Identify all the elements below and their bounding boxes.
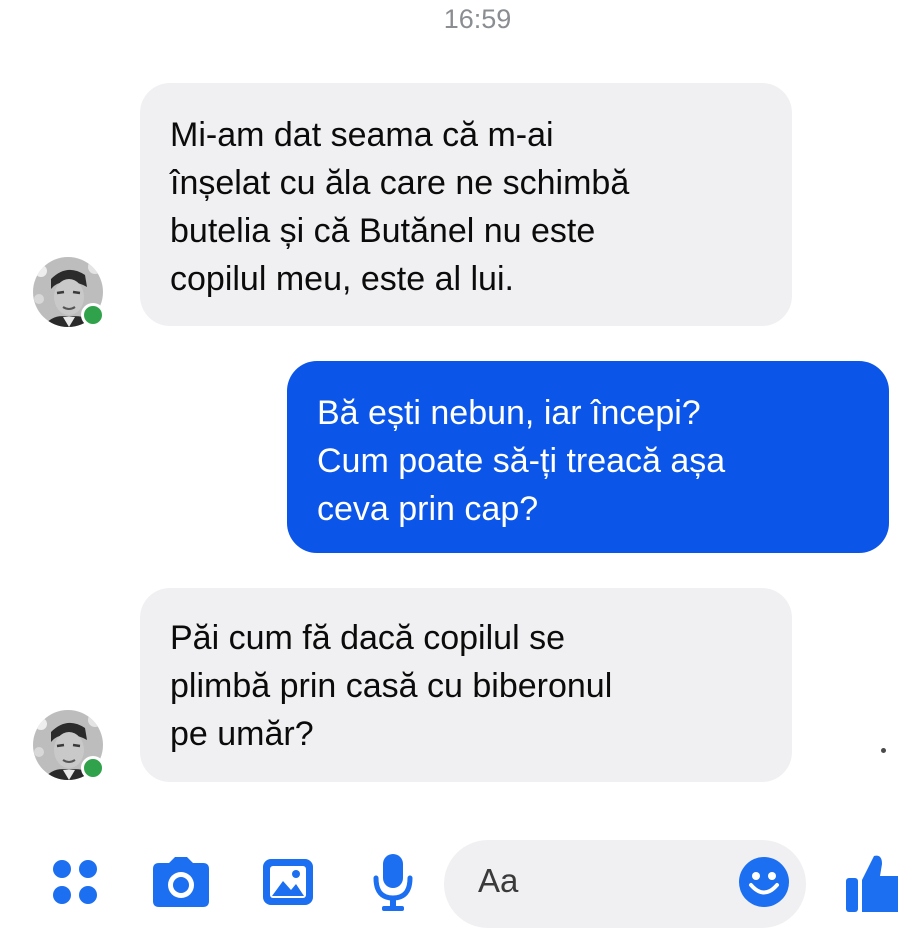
outgoing-message-bubble[interactable]: Bă ești nebun, iar începi? Cum poate să-… bbox=[287, 361, 889, 553]
more-icon[interactable] bbox=[45, 852, 105, 912]
message-line: Păi cum fă dacă copilul se bbox=[170, 619, 565, 657]
microphone-icon[interactable] bbox=[362, 850, 424, 914]
incoming-message-bubble[interactable]: Păi cum fă dacă copilul se plimbă prin c… bbox=[140, 588, 792, 782]
message-composer: Aa bbox=[0, 830, 900, 936]
message-line: ceva prin cap? bbox=[317, 490, 539, 528]
contact-avatar[interactable] bbox=[33, 710, 105, 780]
scroll-indicator bbox=[881, 748, 886, 753]
contact-avatar[interactable] bbox=[33, 257, 105, 327]
message-line: Cum poate să-ți treacă așa bbox=[317, 442, 726, 480]
thumbs-up-icon[interactable] bbox=[846, 848, 900, 918]
message-line: pe umăr? bbox=[170, 715, 314, 753]
online-status-dot bbox=[81, 756, 105, 780]
message-input-placeholder: Aa bbox=[478, 862, 519, 899]
gallery-icon[interactable] bbox=[258, 852, 318, 912]
message-line: înșelat cu ăla care ne schimbă bbox=[170, 164, 630, 202]
camera-icon[interactable] bbox=[150, 852, 212, 912]
message-line: plimbă prin casă cu biberonul bbox=[170, 667, 613, 705]
timestamp: 16:59 bbox=[443, 4, 512, 34]
message-line: Mi-am dat seama că m-ai bbox=[170, 116, 554, 154]
online-status-dot bbox=[81, 303, 105, 327]
incoming-message-bubble[interactable]: Mi-am dat seama că m-ai înșelat cu ăla c… bbox=[140, 83, 792, 326]
message-line: Bă ești nebun, iar începi? bbox=[317, 394, 701, 432]
message-line: copilul meu, este al lui. bbox=[170, 260, 514, 298]
emoji-icon[interactable] bbox=[736, 854, 792, 910]
message-line: butelia și că Butănel nu este bbox=[170, 212, 596, 250]
